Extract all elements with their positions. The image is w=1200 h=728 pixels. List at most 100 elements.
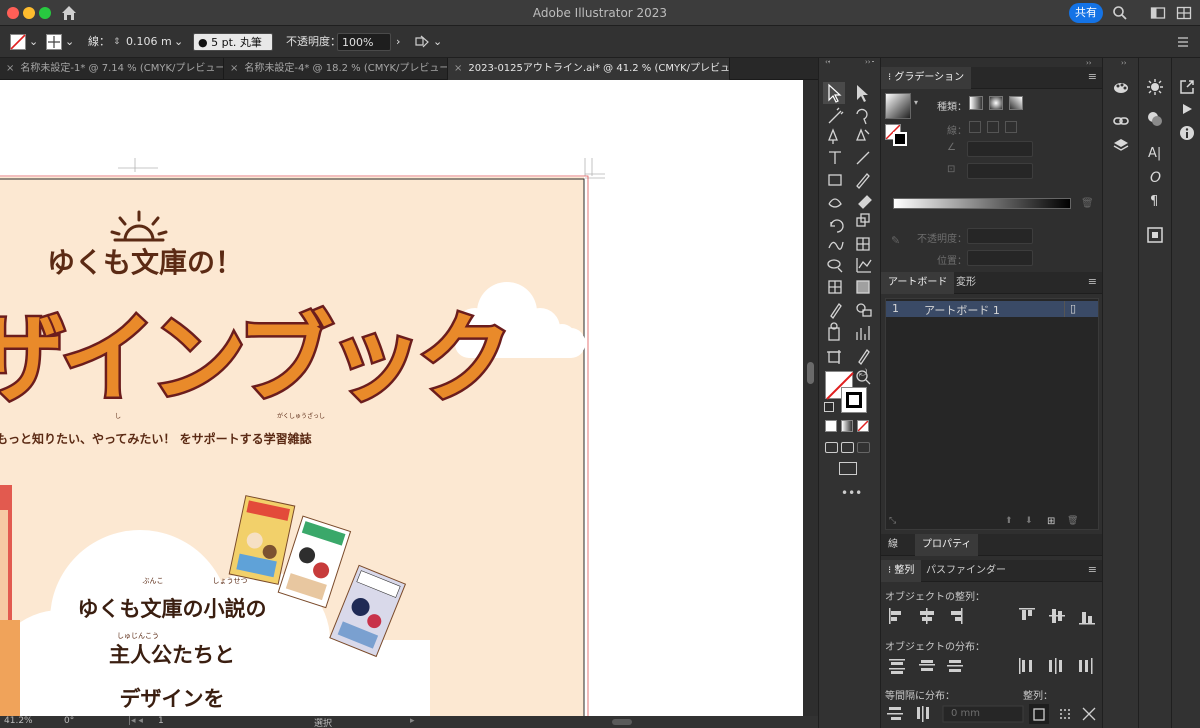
- brush-definition-dropdown[interactable]: ● 5 pt. 丸筆: [193, 33, 273, 51]
- draw-inside-icon[interactable]: [857, 442, 870, 453]
- info-icon[interactable]: [1178, 124, 1196, 142]
- gradient-preview-swatch[interactable]: [885, 93, 911, 119]
- opacity-input[interactable]: 100%: [337, 33, 391, 51]
- tab-properties[interactable]: プロパティ: [915, 534, 979, 556]
- gradient-angle-input[interactable]: [967, 141, 1033, 157]
- arrange-documents-icon[interactable]: [1176, 5, 1192, 21]
- artboard-row[interactable]: 1 アートボード 1 ▯: [886, 301, 1098, 317]
- opentype-icon[interactable]: O: [1150, 170, 1161, 186]
- export-icon[interactable]: [1178, 78, 1196, 96]
- rotation-angle[interactable]: 0°: [64, 716, 74, 726]
- tab-artboards[interactable]: アートボード: [881, 272, 955, 294]
- align-panel-menu-icon[interactable]: ≡: [1088, 563, 1097, 576]
- artboards-panel-menu-icon[interactable]: ≡: [1088, 275, 1097, 288]
- close-tab-icon[interactable]: ×: [230, 63, 238, 74]
- fill-none-swatch-icon[interactable]: [10, 34, 26, 50]
- distribute-objects-buttons[interactable]: [885, 656, 1099, 676]
- gradient-opacity-label: 不透明度：: [917, 234, 967, 245]
- artboard-artwork: ゆくも文庫の！ ザインブック し がくしゅうざっし もっと知りたい、やってみたい…: [0, 158, 605, 716]
- draw-normal-icon[interactable]: [825, 442, 838, 453]
- distribute-spacing-input[interactable]: 0 mm: [951, 708, 980, 719]
- tab-pathfinder[interactable]: パスファインダー: [919, 560, 1013, 582]
- stroke-dropdown-chevron-icon[interactable]: ⌄: [65, 33, 74, 51]
- stroke-within-button[interactable]: [969, 121, 981, 133]
- paragraph-icon[interactable]: ¶: [1150, 194, 1158, 209]
- status-mode[interactable]: 選択: [314, 716, 332, 728]
- color-mode-icon[interactable]: [825, 420, 837, 432]
- close-tab-icon[interactable]: ×: [454, 63, 462, 74]
- gradient-panel-menu-icon[interactable]: ≡: [1088, 70, 1097, 83]
- artboards-dock-icon[interactable]: [1146, 226, 1164, 244]
- actions-play-icon[interactable]: [1180, 102, 1194, 116]
- zoom-level[interactable]: 41.2%: [4, 716, 33, 726]
- align-objects-buttons[interactable]: [885, 606, 1099, 626]
- recolor-chevron-icon[interactable]: ⌄: [433, 33, 442, 51]
- tab-document-4[interactable]: × 名称未設定-4* @ 18.2 % (CMYK/プレビュー): [224, 58, 448, 80]
- gradient-aspect-input[interactable]: [967, 163, 1033, 179]
- screen-mode-icon[interactable]: [839, 462, 857, 475]
- appearance-icon[interactable]: [1146, 78, 1164, 96]
- edit-toolbar-icon[interactable]: •••: [841, 486, 862, 500]
- gradient-position-input[interactable]: [967, 250, 1033, 266]
- linear-gradient-button[interactable]: [969, 96, 983, 110]
- tab-document-1[interactable]: × 名称未設定-1* @ 7.14 % (CMYK/プレビュー): [0, 58, 224, 80]
- delete-stop-icon[interactable]: 🗑: [1081, 198, 1094, 209]
- layers-icon[interactable]: [1112, 136, 1130, 154]
- gradient-panel-tab[interactable]: ⁝ グラデーション: [881, 67, 972, 89]
- gradient-angle-icon: ∠: [947, 142, 956, 153]
- draw-behind-icon[interactable]: [841, 442, 854, 453]
- graphic-styles-icon[interactable]: [1146, 110, 1164, 128]
- eyedropper-icon[interactable]: ✎: [891, 234, 900, 247]
- gradient-mode-icon[interactable]: [841, 420, 853, 432]
- artboard-options-icon[interactable]: ▯: [1070, 302, 1076, 315]
- stroke-weight-input[interactable]: 0.106 m: [126, 33, 174, 51]
- collapse-panels-icon[interactable]: ››: [1086, 59, 1092, 67]
- default-fill-stroke-icon[interactable]: [824, 402, 834, 412]
- tab-stroke[interactable]: 線: [881, 534, 905, 556]
- links-icon[interactable]: [1112, 112, 1130, 130]
- tab-transform[interactable]: 変形: [949, 272, 983, 294]
- character-icon[interactable]: A|: [1148, 146, 1161, 161]
- gradient-stroke-swatch[interactable]: [893, 132, 907, 146]
- stroke-swatch-icon[interactable]: [46, 34, 62, 50]
- dock-collapse-icon[interactable]: ››: [1121, 59, 1127, 67]
- distribute-spacing-buttons[interactable]: [885, 704, 1099, 724]
- recolor-artwork-icon[interactable]: [414, 34, 430, 50]
- horizontal-scroll-thumb[interactable]: [612, 719, 632, 725]
- new-artboard-icon[interactable]: ⊞: [1047, 516, 1055, 527]
- tab-label: 名称未設定-1* @ 7.14 % (CMYK/プレビュー): [20, 63, 224, 74]
- control-bar-menu-icon[interactable]: [1176, 35, 1190, 49]
- vertical-scrollbar[interactable]: [803, 80, 818, 716]
- radial-gradient-button[interactable]: [989, 96, 1003, 110]
- search-icon[interactable]: [1112, 5, 1128, 21]
- move-down-icon[interactable]: ⬇: [1025, 516, 1033, 526]
- artboard-canvas[interactable]: ゆくも文庫の！ ザインブック し がくしゅうざっし もっと知りたい、やってみたい…: [0, 80, 803, 716]
- stroke-weight-chevron-icon[interactable]: ⌄: [174, 33, 183, 51]
- swap-fill-stroke-icon[interactable]: ⤾: [859, 368, 867, 379]
- opacity-arrow-icon[interactable]: ›: [396, 33, 400, 51]
- share-button[interactable]: 共有: [1069, 3, 1103, 23]
- move-up-icon[interactable]: ⬆: [1005, 516, 1013, 526]
- gradient-opacity-input[interactable]: [967, 228, 1033, 244]
- stroke-stepper-icon[interactable]: ⇕: [113, 33, 123, 51]
- align-tab-label[interactable]: 整列: [894, 565, 914, 576]
- delete-artboard-icon[interactable]: 🗑: [1067, 516, 1078, 526]
- status-mode-arrow-icon[interactable]: ▸: [410, 716, 415, 726]
- rearrange-artboards-icon[interactable]: ⤡: [889, 516, 896, 526]
- close-tab-icon[interactable]: ×: [6, 63, 14, 74]
- gradient-dropdown-icon[interactable]: ▾: [914, 98, 918, 107]
- artboard-nav-prev-icon[interactable]: |◂ ◂: [128, 716, 143, 726]
- scrollbar-thumb[interactable]: [807, 362, 814, 384]
- none-mode-icon[interactable]: [857, 420, 869, 432]
- stroke-swatch[interactable]: [841, 387, 867, 413]
- stroke-along-button[interactable]: [987, 121, 999, 133]
- freeform-gradient-button[interactable]: [1009, 96, 1023, 110]
- artboard-number[interactable]: 1: [158, 716, 164, 726]
- workspace-icon[interactable]: [1150, 5, 1166, 21]
- tab-document-active[interactable]: × 2023-0125アウトライン.ai* @ 41.2 % (CMYK/プレビュ…: [448, 58, 730, 80]
- fill-dropdown-chevron-icon[interactable]: ⌄: [29, 33, 38, 51]
- stroke-across-button[interactable]: [1005, 121, 1017, 133]
- tab-label: 2023-0125アウトライン.ai* @ 41.2 % (CMYK/プレビュー…: [468, 63, 730, 74]
- gradient-slider[interactable]: [893, 198, 1071, 209]
- color-guide-icon[interactable]: [1112, 78, 1130, 96]
